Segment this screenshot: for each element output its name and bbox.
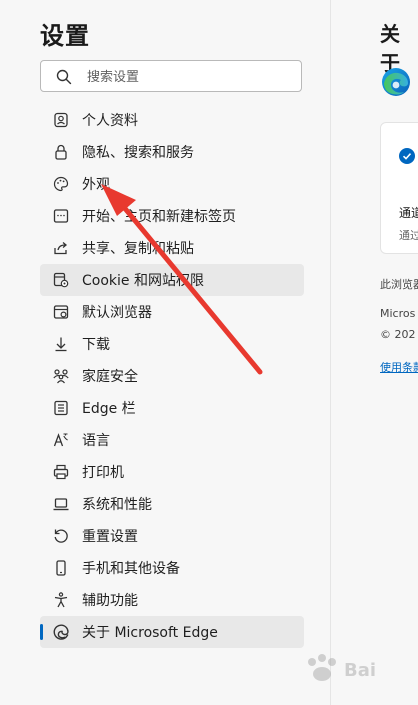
- about-page: 关于 通道 通过 此浏览器 Micros © 202 使用条款: [331, 0, 418, 705]
- channel-description: 通过: [399, 229, 418, 242]
- profile-icon: [52, 111, 70, 129]
- nav-item-edge-bar[interactable]: Edge 栏: [40, 392, 304, 424]
- laptop-icon: [52, 495, 70, 513]
- accessibility-icon: [52, 591, 70, 609]
- settings-nav: 个人资料 隐私、搜索和服务 外观 开始、主页和新建标签页 共享、复制和粘贴 Co…: [40, 104, 304, 648]
- download-icon: [52, 335, 70, 353]
- channel-label: 通道: [399, 206, 418, 220]
- nav-item-label: 系统和性能: [82, 497, 152, 513]
- nav-item-label: Cookie 和网站权限: [82, 273, 204, 289]
- nav-item-privacy[interactable]: 隐私、搜索和服务: [40, 136, 304, 168]
- nav-item-label: 默认浏览器: [82, 305, 152, 321]
- printer-icon: [52, 463, 70, 481]
- nav-item-default-browser[interactable]: 默认浏览器: [40, 296, 304, 328]
- nav-item-label: 隐私、搜索和服务: [82, 145, 194, 161]
- nav-item-label: 共享、复制和粘贴: [82, 241, 194, 257]
- settings-title: 设置: [40, 22, 90, 50]
- nav-item-label: 家庭安全: [82, 369, 138, 385]
- nav-item-label: 辅助功能: [82, 593, 138, 609]
- nav-item-system-performance[interactable]: 系统和性能: [40, 488, 304, 520]
- copyright-text: © 202: [380, 328, 416, 341]
- browser-description: 此浏览器: [380, 278, 418, 291]
- nav-item-label: 开始、主页和新建标签页: [82, 209, 236, 225]
- nav-item-profile[interactable]: 个人资料: [40, 104, 304, 136]
- default-browser-icon: [52, 303, 70, 321]
- phone-icon: [52, 559, 70, 577]
- family-icon: [52, 367, 70, 385]
- language-icon: [52, 431, 70, 449]
- nav-item-phone-devices[interactable]: 手机和其他设备: [40, 552, 304, 584]
- nav-item-label: Edge 栏: [82, 401, 136, 417]
- search-input[interactable]: [85, 65, 289, 89]
- nav-item-downloads[interactable]: 下载: [40, 328, 304, 360]
- nav-item-printers[interactable]: 打印机: [40, 456, 304, 488]
- microsoft-text: Micros: [380, 307, 416, 320]
- nav-item-label: 手机和其他设备: [82, 561, 180, 577]
- nav-item-start-home-newtab[interactable]: 开始、主页和新建标签页: [40, 200, 304, 232]
- edge-bar-icon: [52, 399, 70, 417]
- new-tab-icon: [52, 207, 70, 225]
- search-icon: [56, 69, 72, 85]
- nav-item-accessibility[interactable]: 辅助功能: [40, 584, 304, 616]
- nav-item-about-edge[interactable]: 关于 Microsoft Edge: [40, 616, 304, 648]
- nav-item-label: 关于 Microsoft Edge: [82, 625, 218, 641]
- nav-item-label: 个人资料: [82, 113, 138, 129]
- edge-logo-icon: [382, 68, 410, 96]
- nav-item-label: 语言: [82, 433, 110, 449]
- edge-logo-icon: [52, 623, 70, 641]
- share-icon: [52, 239, 70, 257]
- terms-of-use-link[interactable]: 使用条款: [380, 359, 418, 375]
- nav-item-share-copy-paste[interactable]: 共享、复制和粘贴: [40, 232, 304, 264]
- check-circle-icon: [399, 148, 415, 164]
- nav-item-label: 重置设置: [82, 529, 138, 545]
- nav-item-family-safety[interactable]: 家庭安全: [40, 360, 304, 392]
- reset-icon: [52, 527, 70, 545]
- nav-item-label: 下载: [82, 337, 110, 353]
- nav-item-reset-settings[interactable]: 重置设置: [40, 520, 304, 552]
- nav-item-label: 外观: [82, 177, 110, 193]
- version-card: 通道 通过: [380, 122, 418, 254]
- nav-item-languages[interactable]: 语言: [40, 424, 304, 456]
- cookie-permissions-icon: [52, 271, 70, 289]
- selection-indicator: [40, 624, 43, 640]
- nav-item-appearance[interactable]: 外观: [40, 168, 304, 200]
- settings-sidebar: 设置 个人资料 隐私、搜索和服务 外观: [0, 0, 330, 705]
- nav-item-label: 打印机: [82, 465, 124, 481]
- nav-item-cookies-site-permissions[interactable]: Cookie 和网站权限: [40, 264, 304, 296]
- palette-icon: [52, 175, 70, 193]
- lock-icon: [52, 143, 70, 161]
- search-box[interactable]: [40, 60, 302, 92]
